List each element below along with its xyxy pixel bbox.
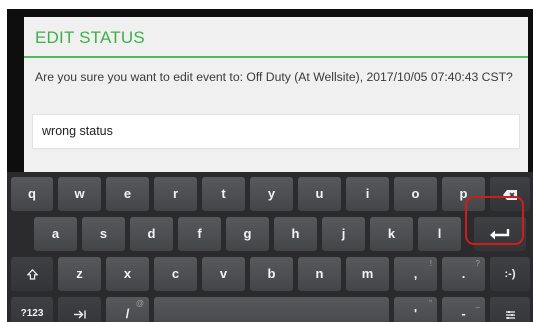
edit-status-dialog: EDIT STATUS Are you sure you want to edi… [24, 17, 528, 177]
apostrophe-label: ' [413, 306, 418, 321]
key-slash[interactable]: / @ [106, 297, 149, 322]
key-l[interactable]: l [418, 217, 461, 251]
period-label: . [461, 266, 466, 281]
dialog-title: EDIT STATUS [24, 17, 528, 58]
settings-key[interactable] [490, 297, 530, 322]
key-i[interactable]: i [346, 177, 389, 211]
key-a[interactable]: a [34, 217, 77, 251]
key-e[interactable]: e [106, 177, 149, 211]
slash-label: / [125, 306, 130, 321]
key-j[interactable]: j [322, 217, 365, 251]
dialog-message: Are you sure you want to edit event to: … [35, 70, 513, 84]
shift-icon [25, 268, 39, 280]
period-hint: ? [475, 259, 480, 268]
key-q[interactable]: q [11, 177, 53, 211]
key-f[interactable]: f [178, 217, 221, 251]
key-period[interactable]: . ? [442, 257, 485, 291]
dash-label: - [461, 306, 466, 321]
comma-label: , [413, 266, 418, 281]
key-t[interactable]: t [202, 177, 245, 211]
key-g[interactable]: g [226, 217, 269, 251]
key-h[interactable]: h [274, 217, 317, 251]
device-screen: EDIT STATUS Are you sure you want to edi… [7, 9, 533, 322]
key-o[interactable]: o [394, 177, 437, 211]
dash-hint: _ [475, 299, 480, 308]
key-v[interactable]: v [202, 257, 245, 291]
reason-input[interactable]: wrong status [32, 114, 520, 149]
tab-icon [73, 310, 86, 319]
settings-icon [505, 310, 515, 319]
key-r[interactable]: r [154, 177, 197, 211]
key-u[interactable]: u [298, 177, 341, 211]
key-s[interactable]: s [82, 217, 125, 251]
key-b[interactable]: b [250, 257, 293, 291]
key-d[interactable]: d [130, 217, 173, 251]
soft-keyboard: q w e r t y u i o p a s d f g h j k l z … [7, 172, 533, 322]
slash-hint: @ [135, 299, 144, 308]
key-comma[interactable]: , ! [394, 257, 437, 291]
apostrophe-hint: " [429, 299, 432, 308]
symbols-key[interactable]: ?123 [11, 297, 53, 322]
key-apostrophe[interactable]: ' " [394, 297, 437, 322]
key-dash[interactable]: - _ [442, 297, 485, 322]
key-c[interactable]: c [154, 257, 197, 291]
key-x[interactable]: x [106, 257, 149, 291]
enter-key-highlight [465, 196, 524, 245]
key-w[interactable]: w [58, 177, 101, 211]
key-k[interactable]: k [370, 217, 413, 251]
key-z[interactable]: z [58, 257, 101, 291]
key-m[interactable]: m [346, 257, 389, 291]
key-y[interactable]: y [250, 177, 293, 211]
tab-key[interactable] [58, 297, 101, 322]
key-smiley[interactable]: :-) [490, 257, 530, 291]
shift-key[interactable] [11, 257, 53, 291]
key-n[interactable]: n [298, 257, 341, 291]
comma-hint: ! [429, 259, 432, 268]
space-bar[interactable] [154, 297, 389, 322]
